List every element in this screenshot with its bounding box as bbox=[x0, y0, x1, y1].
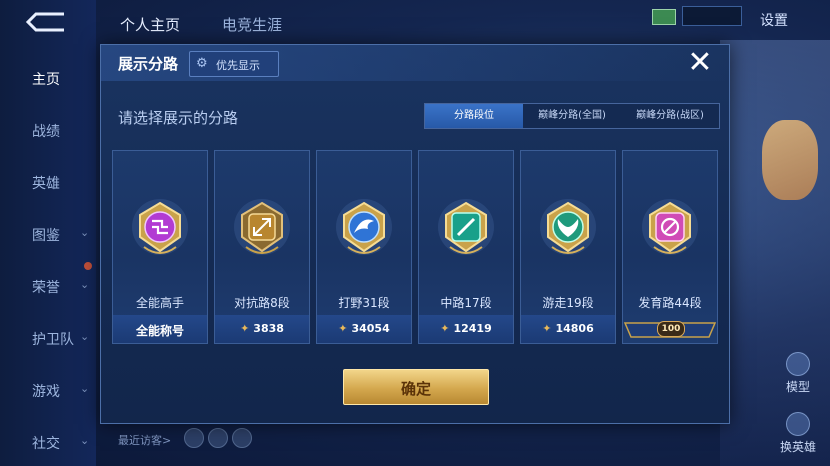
tab-esports[interactable]: 电竞生涯 bbox=[222, 14, 282, 35]
jungle-badge-icon bbox=[336, 199, 392, 255]
settings-button[interactable]: 设置 bbox=[760, 10, 788, 30]
rank-plate: 100 bbox=[623, 317, 717, 341]
lane-card-mid[interactable]: 中路17段 ✦ 12419 bbox=[418, 150, 514, 344]
change-hero-button[interactable]: 换英雄 bbox=[776, 412, 820, 455]
lane-card-clash[interactable]: 对抗路8段 ✦ 3838 bbox=[214, 150, 310, 344]
priority-label: 优先显示 bbox=[216, 59, 260, 72]
lane-points: ✦ 3838 bbox=[215, 322, 309, 335]
lane-card-footer: ✦ 3838 bbox=[215, 315, 309, 343]
lane-points: ✦ 12419 bbox=[419, 322, 513, 335]
nav-label: 主页 bbox=[32, 72, 60, 88]
nav-label: 图鉴 bbox=[32, 228, 60, 244]
lane-card-list: 全能高手 全能称号 对抗路8段 ✦ 3838 打野31段 ✦ 34054 中路1… bbox=[112, 150, 718, 344]
allround-title-label: 全能称号 bbox=[135, 324, 184, 338]
lane-name: 游走19段 bbox=[542, 296, 594, 310]
nav-label: 英雄 bbox=[32, 176, 60, 192]
model-button[interactable]: 模型 bbox=[776, 352, 820, 395]
lane-card-footer: ✦ 14806 bbox=[521, 315, 615, 343]
nav-item-home[interactable]: 主页 bbox=[0, 58, 96, 98]
hero-portrait bbox=[720, 40, 830, 466]
farm-lane-badge-icon bbox=[642, 199, 698, 255]
confirm-label: 确定 bbox=[400, 380, 431, 398]
lane-name: 全能高手 bbox=[135, 296, 184, 310]
visitor-avatar[interactable] bbox=[184, 428, 204, 448]
allround-badge-icon bbox=[132, 199, 188, 255]
lane-card-footer: ✦ 34054 bbox=[317, 315, 411, 343]
chevron-down-icon: ⌄ bbox=[80, 278, 90, 291]
chevron-down-icon: ⌄ bbox=[80, 330, 90, 343]
notification-dot bbox=[84, 262, 92, 270]
confirm-button[interactable]: 确定 bbox=[343, 369, 489, 405]
dialog-title: 展示分路 bbox=[118, 55, 179, 73]
model-label: 模型 bbox=[785, 380, 810, 394]
nav-label: 荣誉 bbox=[32, 280, 60, 296]
nav-item-honor[interactable]: 荣誉 ⌄ bbox=[0, 266, 96, 306]
nav-label: 社交 bbox=[32, 436, 60, 452]
nav-item-guard[interactable]: 护卫队 ⌄ bbox=[0, 318, 96, 358]
back-arrow-icon[interactable] bbox=[24, 10, 70, 34]
points-icon: ✦ bbox=[338, 322, 348, 335]
change-hero-label: 换英雄 bbox=[779, 440, 816, 454]
dialog-header: 展示分路 ⚙ 优先显示 ✕ bbox=[101, 45, 729, 81]
chevron-down-icon: ⌄ bbox=[80, 434, 90, 447]
visitor-avatar[interactable] bbox=[208, 428, 228, 448]
left-nav: 主页 战绩 英雄 图鉴 ⌄ 荣誉 ⌄ 护卫队 ⌄ 游戏 ⌄ 社交 ⌄ bbox=[0, 0, 96, 466]
points-value: 3838 bbox=[253, 322, 284, 335]
nav-item-record[interactable]: 战绩 bbox=[0, 110, 96, 150]
points-icon: ✦ bbox=[542, 322, 552, 335]
chevron-down-icon: ⌄ bbox=[80, 382, 90, 395]
currency-icon bbox=[652, 9, 676, 25]
lane-card-allround[interactable]: 全能高手 全能称号 bbox=[112, 150, 208, 344]
nav-label: 游戏 bbox=[32, 384, 60, 400]
hero-face-image bbox=[762, 120, 818, 200]
points-value: 14806 bbox=[555, 322, 594, 335]
lane-card-footer: ✦ 12419 bbox=[419, 315, 513, 343]
top-info-box bbox=[682, 6, 742, 26]
lane-name: 打野31段 bbox=[338, 296, 390, 310]
change-hero-icon bbox=[786, 412, 810, 436]
tab-peak-region[interactable]: 巅峰分路(战区) bbox=[621, 104, 719, 128]
mid-lane-badge-icon bbox=[438, 199, 494, 255]
lane-name: 对抗路8段 bbox=[234, 296, 290, 310]
tab-profile[interactable]: 个人主页 bbox=[120, 14, 180, 35]
tab-peak-national[interactable]: 巅峰分路(全国) bbox=[523, 104, 621, 128]
lane-card-jungle[interactable]: 打野31段 ✦ 34054 bbox=[316, 150, 412, 344]
roam-badge-icon bbox=[540, 199, 596, 255]
visitor-avatar[interactable] bbox=[232, 428, 252, 448]
chevron-down-icon: ⌄ bbox=[80, 226, 90, 239]
lane-card-roam[interactable]: 游走19段 ✦ 14806 bbox=[520, 150, 616, 344]
lane-display-dialog: 展示分路 ⚙ 优先显示 ✕ 请选择展示的分路 分路段位 巅峰分路(全国) 巅峰分… bbox=[100, 44, 730, 424]
gear-icon: ⚙ bbox=[196, 56, 208, 71]
clash-lane-badge-icon bbox=[234, 199, 290, 255]
lane-name: 发育路44段 bbox=[638, 296, 702, 310]
recent-visitors-link[interactable]: 最近访客> bbox=[118, 432, 171, 448]
lane-card-footer: 全能称号 bbox=[113, 315, 207, 343]
close-button[interactable]: ✕ bbox=[683, 48, 717, 79]
priority-display-button[interactable]: ⚙ 优先显示 bbox=[189, 51, 279, 77]
points-value: 12419 bbox=[453, 322, 492, 335]
dialog-subtitle: 请选择展示的分路 bbox=[118, 109, 239, 127]
tab-lane-rank[interactable]: 分路段位 bbox=[425, 104, 523, 128]
points-value: 34054 bbox=[351, 322, 390, 335]
points-icon: ✦ bbox=[240, 322, 250, 335]
lane-type-tabs: 分路段位 巅峰分路(全国) 巅峰分路(战区) bbox=[424, 103, 720, 129]
rank-value: 100 bbox=[657, 321, 685, 337]
nav-label: 战绩 bbox=[32, 124, 60, 140]
nav-item-social[interactable]: 社交 ⌄ bbox=[0, 422, 96, 462]
nav-label: 护卫队 bbox=[32, 332, 74, 348]
model-icon bbox=[786, 352, 810, 376]
nav-item-game[interactable]: 游戏 ⌄ bbox=[0, 370, 96, 410]
points-icon: ✦ bbox=[440, 322, 450, 335]
nav-item-heroes[interactable]: 英雄 bbox=[0, 162, 96, 202]
lane-name: 中路17段 bbox=[440, 296, 492, 310]
lane-points: ✦ 14806 bbox=[521, 322, 615, 335]
lane-points: ✦ 34054 bbox=[317, 322, 411, 335]
lane-card-farm[interactable]: 发育路44段 100 bbox=[622, 150, 718, 344]
nav-item-codex[interactable]: 图鉴 ⌄ bbox=[0, 214, 96, 254]
